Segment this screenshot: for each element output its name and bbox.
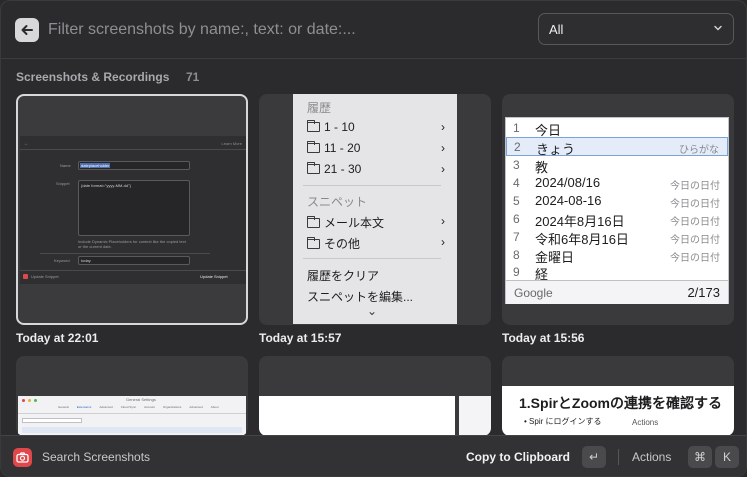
chevron-right-icon: › [441,235,445,249]
keyword-label: Keyword [54,258,70,263]
ime-row-selected: 2 きょう ひらがな [506,137,728,157]
footer-title: Update Snippet [31,274,59,279]
chevron-right-icon: › [441,214,445,228]
chevron-right-icon: › [441,120,445,134]
ime-row: 5 2024-08-16 今日の日付 [513,193,720,210]
chevron-down-icon [714,25,722,31]
screenshot-tile[interactable]: 履歴 1 - 10 › 11 - 20 › 21 - 30 › スニペット メー… [259,94,491,325]
folder-icon [307,215,320,228]
search-input[interactable] [48,15,518,45]
menu-item: 1 - 10 [307,120,355,134]
screenshot-tile[interactable]: ← Learn More Name dateplaceholder Snippe… [16,94,248,325]
back-button[interactable] [15,18,39,42]
doc-heading: 1.SpirとZoomの連携を確認する [519,395,723,411]
screenshot-tile[interactable]: General Settings General Extensions Advanc… [16,356,248,436]
tile-preview-doc: 1.SpirとZoomの連携を確認する • Spir にログインする Actio… [502,386,734,436]
close-dot-icon [22,399,25,402]
menu-item-edit-snippets: スニペットを編集... [307,290,414,304]
ime-row: 7 令和6年8月16日 今日の日付 [513,230,720,247]
screenshot-tile[interactable]: 1 今日 2 きょう ひらがな 3教 4 2024/08/16 今日の日付 5 2024-0… [502,94,734,325]
name-field: dateplaceholder [78,161,190,170]
filter-dropdown-value: All [549,21,564,37]
tile-preview-settings: ← Learn More Name dateplaceholder Snippe… [20,136,246,284]
tile-preview-panel [459,396,491,436]
chevron-down-icon: ⌄ [367,304,378,318]
settings-title: General Settings [126,397,156,402]
copy-to-clipboard-button[interactable]: Copy to Clipboard [466,450,570,464]
minimize-dot-icon [28,399,31,402]
return-key-icon: ↵ [582,446,606,468]
learn-more-link: Learn More [221,141,242,146]
list-row [22,427,242,433]
ime-footer: Google 2/173 [506,280,728,304]
ime-row: 4 2024/08/16 今日の日付 [513,175,720,192]
chevron-right-icon: › [441,162,445,176]
folder-icon [307,162,320,174]
menu-item: 11 - 20 [307,141,360,155]
actions-button[interactable]: Actions [632,450,671,464]
search-bar: All [1,1,746,59]
folder-icon [307,236,320,249]
folder-icon [307,120,320,132]
ime-row: 3教 [513,158,549,175]
app-icon [23,274,28,279]
tile-preview-blank [259,396,455,436]
divider [40,253,210,254]
section-title: Screenshots & Recordings [16,70,170,84]
tile-caption: Today at 22:01 [16,331,99,345]
menu-separator [303,258,441,259]
doc-extra: Actions [632,418,659,427]
menu-item-clear-history: 履歴をクリア [307,269,380,283]
camera-icon [13,448,32,467]
keyword-field: today [78,256,190,265]
bottom-action-bar: Search Screenshots Copy to Clipboard ↵ A… [1,435,746,476]
settings-tabs: General Extensions Advanced Cloud Sync Accou… [58,405,219,409]
arrow-left-icon [21,25,33,35]
ime-brand: Google [514,286,553,300]
menu-separator [303,185,441,186]
footer-action: Update Snippet [200,274,228,279]
divider [18,413,246,414]
tile-caption: Today at 15:57 [259,331,342,345]
name-label: Name [60,163,71,168]
snippet-field: {date format="yyyy-MM-dd"} [78,180,190,236]
chevron-right-icon: › [441,141,445,155]
snippet-hint: Include Dynamic Placeholders for context… [78,239,186,249]
divider [618,449,619,465]
tile-preview-menu: 履歴 1 - 10 › 11 - 20 › 21 - 30 › スニペット メー… [293,94,457,324]
doc-bullet: • Spir にログインする [524,417,602,426]
back-arrow-icon: ← [24,141,29,147]
zoom-dot-icon [34,399,37,402]
folder-icon [307,141,320,153]
search-field [22,418,82,423]
command-key-icon: ⌘ [688,446,712,468]
menu-header-snippets: スニペット [307,195,368,209]
tile-caption: Today at 15:56 [502,331,585,345]
divider [20,149,246,150]
filter-dropdown[interactable]: All [538,13,734,45]
menu-item: メール本文 [307,214,384,231]
section-count: 71 [186,70,200,84]
ime-row: 1 今日 [513,121,562,138]
snippet-label: Snippet [56,181,70,186]
tile-preview-ime: 1 今日 2 きょう ひらがな 3教 4 2024/08/16 今日の日付 5 2024-0… [505,117,729,304]
divider [20,270,246,271]
menu-item: 21 - 30 [307,162,361,176]
menu-header-history: 履歴 [307,101,332,115]
ime-row: 6 2024年8月16日 今日の日付 [513,212,720,229]
command-title: Search Screenshots [42,450,151,464]
menu-item: その他 [307,235,360,252]
k-key-icon: K [715,446,739,468]
tile-preview-settings-light: General Settings General Extensions Advanc… [18,396,246,436]
screenshot-tile[interactable] [259,356,491,436]
ime-page: 2/173 [687,285,720,300]
screenshot-tile[interactable]: 1.SpirとZoomの連携を確認する • Spir にログインする Actio… [502,356,734,436]
screenshots-window: All Screenshots & Recordings 71 ← Learn … [0,0,747,477]
